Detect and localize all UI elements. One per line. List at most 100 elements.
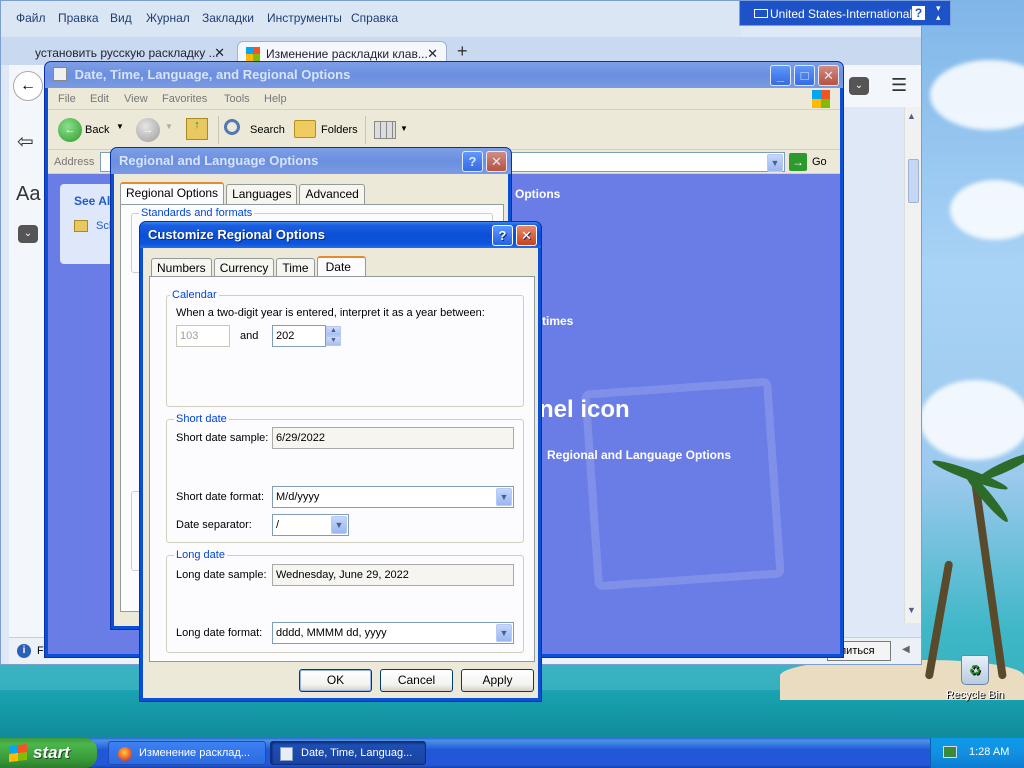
hamburger-menu-icon[interactable]: ☰ [891, 75, 907, 96]
sign-in-icon[interactable]: ⇦ [17, 129, 34, 154]
cp-title: Date, Time, Language, and Regional Optio… [74, 67, 351, 82]
control-panel-icon [53, 67, 67, 81]
folders-icon[interactable] [294, 120, 316, 138]
back-arrow-icon[interactable]: ← [58, 118, 82, 142]
tab-regional-options[interactable]: Regional Options [120, 182, 225, 205]
cp-toolbar: ← Back ▼ → ▼ ↑ Search Folders ▼ [48, 110, 840, 150]
help-button[interactable]: ? [462, 151, 483, 172]
chevron-down-icon[interactable]: ▼ [496, 488, 512, 506]
ok-button[interactable]: OK [299, 669, 372, 692]
close-button[interactable]: ✕ [486, 151, 507, 172]
year-spinner[interactable]: ▲ ▼ [326, 326, 341, 346]
short-date-group-label: Short date [174, 413, 229, 425]
views-icon[interactable] [374, 121, 396, 139]
cp-menu-help[interactable]: Help [264, 93, 287, 105]
cp-menubar: File Edit View Favorites Tools Help [48, 88, 840, 110]
long-date-format-combo[interactable]: dddd, MMMM dd, yyyy ▼ [272, 622, 514, 644]
back-arrow-icon[interactable]: ← [13, 71, 43, 101]
short-date-sample-field: 6/29/2022 [272, 427, 514, 449]
ff-tab-title: установить русскую раскладку ... [35, 46, 219, 60]
ff-menu-edit[interactable]: Правка [58, 11, 99, 25]
cro-titlebar[interactable]: Customize Regional Options ? ✕ [140, 222, 541, 248]
back-button-label[interactable]: Back [85, 124, 109, 136]
firefox-icon [118, 747, 132, 761]
firefox-scrollbar[interactable]: ▲ ▼ [904, 107, 921, 623]
scroll-thumb[interactable] [908, 159, 919, 203]
toolbar-separator [218, 116, 219, 144]
taskbar-item-firefox[interactable]: Изменение расклад... [108, 741, 266, 765]
windows-logo-icon [812, 90, 830, 108]
date-separator-combo[interactable]: / ▼ [272, 514, 349, 536]
chevron-down-icon[interactable]: ▼ [496, 624, 512, 642]
start-button[interactable]: start [0, 738, 97, 768]
maximize-button[interactable]: □ [794, 65, 815, 86]
info-icon: i [17, 644, 31, 658]
go-button-label[interactable]: Go [812, 156, 827, 168]
pocket-save-icon[interactable]: ⌄ [18, 225, 38, 243]
taskbar-item-label: Date, Time, Languag... [301, 747, 413, 759]
close-button[interactable]: ✕ [516, 225, 537, 246]
clock[interactable]: 1:28 AM [969, 746, 1009, 758]
apply-button[interactable]: Apply [461, 669, 534, 692]
short-date-sample-label: Short date sample: [176, 432, 269, 444]
help-button[interactable]: ? [492, 225, 513, 246]
ff-menu-view[interactable]: Вид [110, 11, 132, 25]
scroll-up-icon[interactable]: ▲ [907, 111, 916, 121]
cp-menu-edit[interactable]: Edit [90, 93, 109, 105]
standards-formats-label: Standards and formats [139, 207, 255, 219]
pick-task-options-text: Options [515, 187, 561, 201]
change-times-text: times [542, 314, 574, 328]
spin-down-icon[interactable]: ▼ [326, 336, 341, 346]
status-fragment: F [37, 645, 44, 657]
scroll-down-icon[interactable]: ▼ [907, 605, 916, 615]
views-dropdown-icon[interactable]: ▼ [400, 124, 408, 133]
cp-menu-tools[interactable]: Tools [224, 93, 250, 105]
chevron-down-icon[interactable]: ▼ [331, 516, 347, 534]
rlo-title: Regional and Language Options [119, 153, 319, 168]
cp-menu-file[interactable]: File [58, 93, 76, 105]
short-date-format-combo[interactable]: M/d/yyyy ▼ [272, 486, 514, 508]
taskbar-item-control-panel[interactable]: Date, Time, Languag... [270, 741, 426, 765]
cp-menu-favorites[interactable]: Favorites [162, 93, 207, 105]
font-size-icon[interactable]: Aa [16, 183, 40, 206]
ff-menu-help[interactable]: Справка [351, 11, 398, 25]
taskbar-item-label: Изменение расклад... [139, 747, 251, 759]
cp-menu-view[interactable]: View [124, 93, 148, 105]
recycle-bin[interactable]: ♻ Recycle Bin [944, 655, 1006, 701]
ff-menu-bookmarks[interactable]: Закладки [202, 11, 254, 25]
folders-button-label[interactable]: Folders [321, 124, 358, 136]
go-arrow-icon[interactable]: → [789, 153, 807, 171]
ff-menu-file[interactable]: Файл [16, 11, 46, 25]
help-icon[interactable]: ? [912, 6, 925, 20]
cro-title: Customize Regional Options [148, 227, 325, 242]
close-icon[interactable]: ✕ [214, 45, 225, 61]
control-panel-icon-heading: nel icon [539, 396, 630, 423]
regional-language-options-link[interactable]: Regional and Language Options [547, 448, 731, 462]
network-icon[interactable] [943, 746, 957, 758]
forward-dropdown-icon[interactable]: ▼ [165, 122, 173, 131]
cloud [930, 60, 1024, 130]
back-dropdown-icon[interactable]: ▼ [116, 122, 124, 131]
cp-titlebar[interactable]: Date, Time, Language, and Regional Optio… [45, 62, 843, 88]
scheduled-tasks-icon [74, 220, 88, 232]
cancel-button[interactable]: Cancel [380, 669, 453, 692]
rlo-titlebar[interactable]: Regional and Language Options ? ✕ [111, 148, 511, 174]
see-also-heading: See Al [74, 194, 111, 208]
search-icon[interactable] [224, 119, 240, 135]
minimize-button[interactable]: _ [770, 65, 791, 86]
close-icon[interactable]: ✕ [427, 46, 438, 62]
to-year-field[interactable]: 202 [272, 325, 326, 347]
language-bar[interactable]: United States-International ? ▾ ▴ [739, 0, 951, 26]
language-bar-options-icon[interactable]: ▾ ▴ [936, 4, 941, 22]
forward-arrow-icon[interactable]: → [136, 118, 160, 142]
ff-menu-tools[interactable]: Инструменты [267, 11, 342, 25]
address-dropdown-icon[interactable]: ▼ [767, 154, 783, 172]
spin-up-icon[interactable]: ▲ [326, 326, 341, 336]
ff-right-scroll-icon: ◀ [902, 644, 910, 655]
search-button-label[interactable]: Search [250, 124, 285, 136]
pocket-icon[interactable]: ⌄ [849, 77, 869, 95]
close-button[interactable]: ✕ [818, 65, 839, 86]
folder-up-icon[interactable]: ↑ [186, 118, 208, 140]
ff-menu-history[interactable]: Журнал [146, 11, 190, 25]
new-tab-button[interactable]: + [457, 41, 468, 62]
